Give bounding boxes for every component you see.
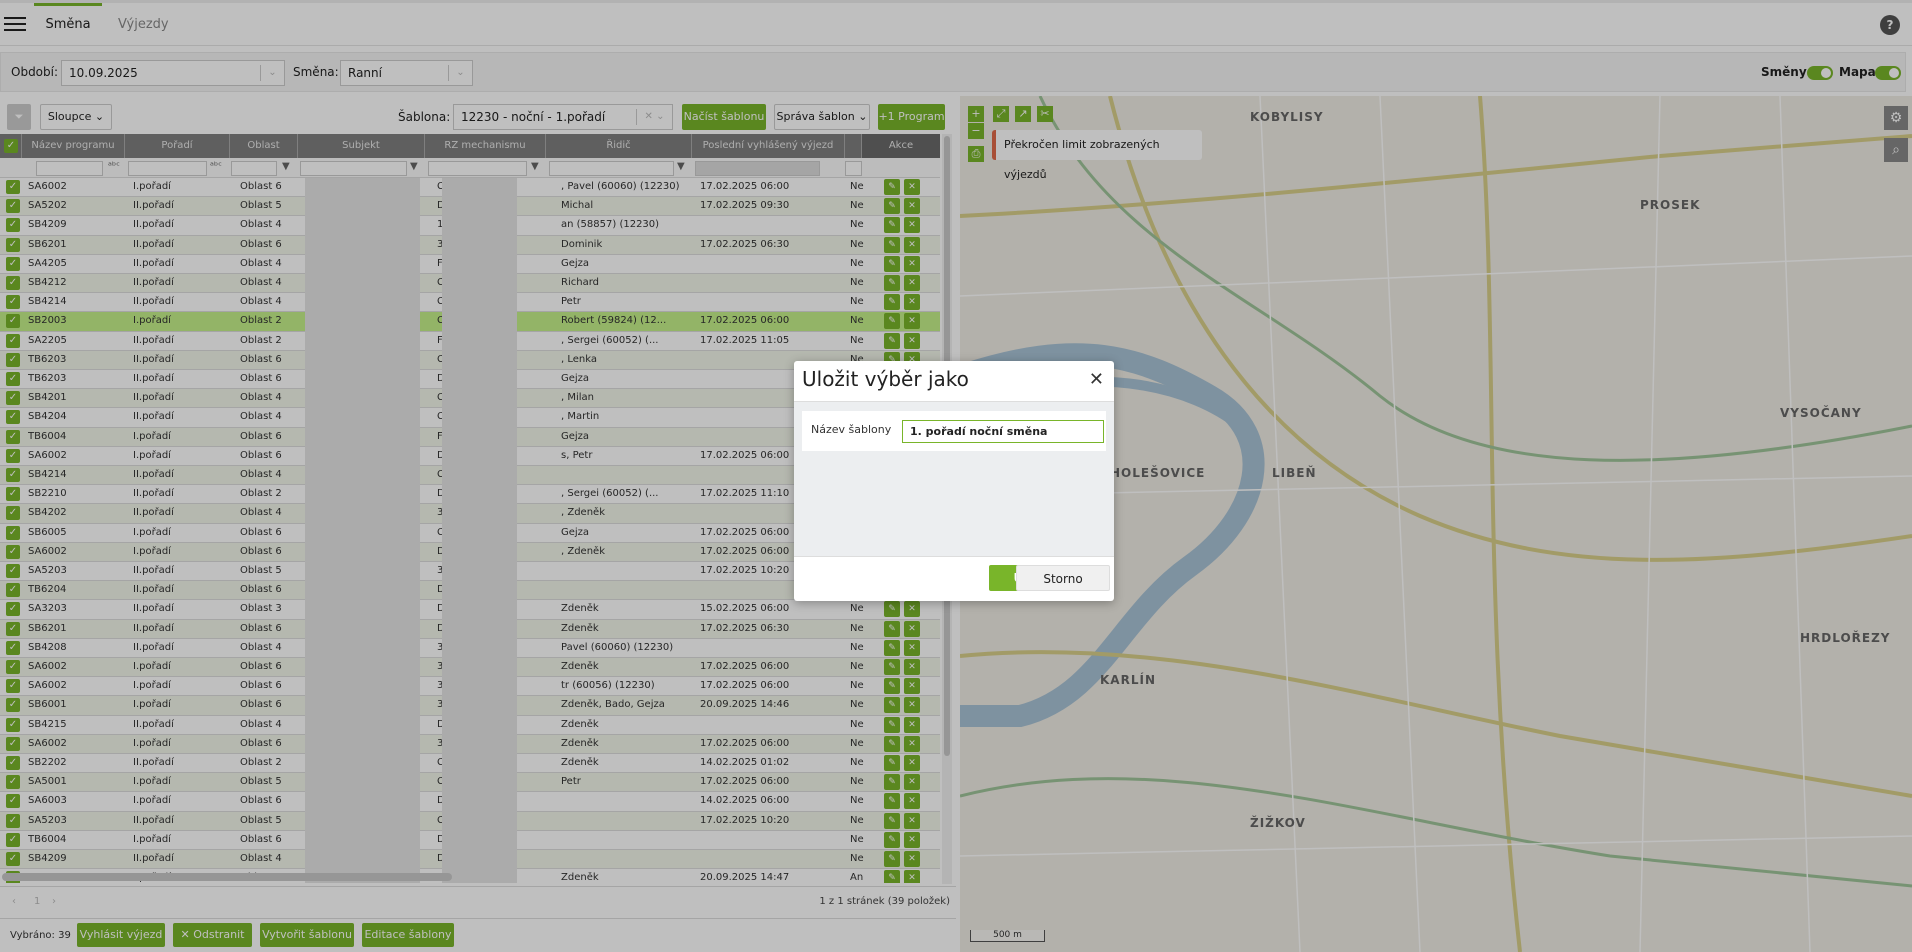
template-name-input[interactable]: 1. pořadí noční směna	[902, 420, 1104, 443]
template-name-row: Název šablony 1. pořadí noční směna	[802, 411, 1106, 451]
template-name-label: Název šablony	[811, 423, 892, 436]
cancel-button[interactable]: Storno	[1016, 565, 1110, 591]
close-icon[interactable]: ✕	[1089, 369, 1104, 390]
dialog-body: Název šablony 1. pořadí noční směna	[794, 401, 1114, 557]
dialog-title: Uložit výběr jako	[802, 367, 969, 391]
